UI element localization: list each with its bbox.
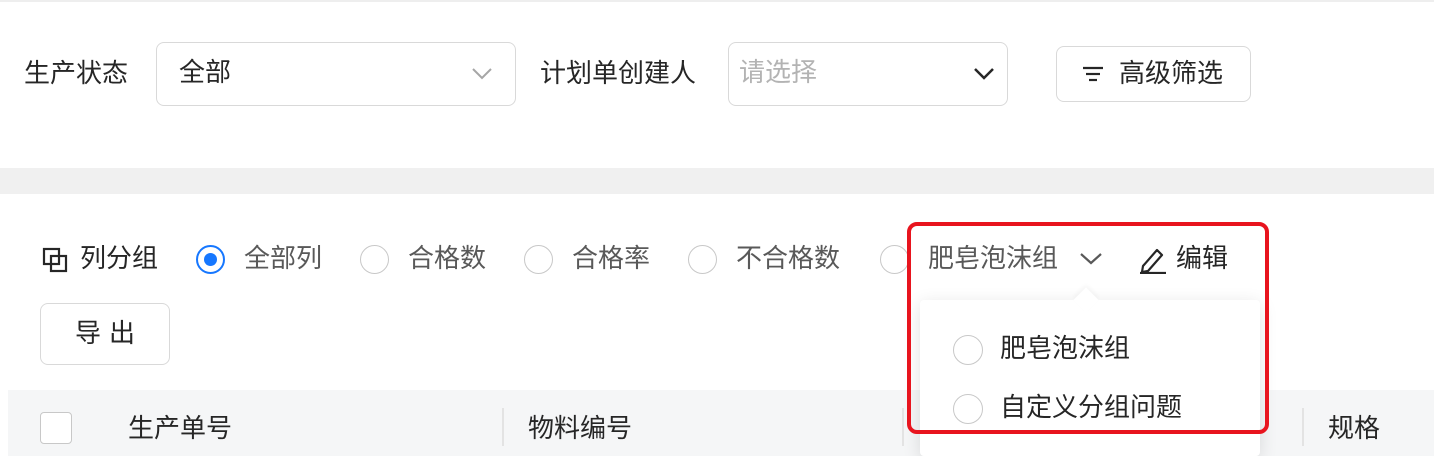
chevron-down-icon xyxy=(472,68,492,80)
chevron-down-icon[interactable] xyxy=(1079,252,1103,266)
radio-label-qualified-count[interactable]: 合格数 xyxy=(408,244,486,274)
column-divider[interactable] xyxy=(502,408,504,446)
column-header-material-no[interactable]: 物料编号 xyxy=(528,414,632,444)
export-button-label: 导出 xyxy=(74,319,143,349)
column-divider[interactable] xyxy=(1302,408,1304,446)
menu-radio-soap-foam-group[interactable] xyxy=(953,335,983,365)
column-group-icon xyxy=(42,247,68,273)
menu-radio-custom-group-question[interactable] xyxy=(953,394,983,424)
plan-creator-select[interactable]: 请选择 xyxy=(728,42,1008,106)
radio-label-unqualified-count[interactable]: 不合格数 xyxy=(736,244,840,274)
select-all-checkbox[interactable] xyxy=(40,412,72,444)
production-status-value: 全部 xyxy=(179,58,232,88)
column-header-production-no[interactable]: 生产单号 xyxy=(128,414,232,444)
advanced-filter-button[interactable]: 高级筛选 xyxy=(1056,46,1251,102)
radio-label-qualified-rate[interactable]: 合格率 xyxy=(572,244,650,274)
menu-item-custom-group-question[interactable]: 自定义分组问题 xyxy=(1000,393,1182,423)
radio-qualified-count[interactable] xyxy=(360,245,389,274)
production-status-select[interactable]: 全部 xyxy=(156,42,516,106)
radio-qualified-rate[interactable] xyxy=(524,245,553,274)
plan-creator-label: 计划单创建人 xyxy=(540,59,697,89)
section-separator xyxy=(0,168,1434,194)
menu-item-soap-foam-group[interactable]: 肥皂泡沫组 xyxy=(1000,334,1130,364)
group-dropdown-menu xyxy=(920,300,1260,456)
radio-unqualified-count[interactable] xyxy=(688,245,717,274)
plan-creator-placeholder: 请选择 xyxy=(739,58,818,88)
column-header-spec[interactable]: 规格 xyxy=(1328,414,1380,444)
production-status-label: 生产状态 xyxy=(24,59,129,89)
top-divider xyxy=(0,0,1434,2)
chevron-down-icon xyxy=(974,68,994,80)
radio-custom-group[interactable] xyxy=(880,245,909,274)
export-button[interactable]: 导出 xyxy=(40,303,170,365)
advanced-filter-label: 高级筛选 xyxy=(1119,59,1224,89)
column-group-label: 列分组 xyxy=(80,244,159,274)
column-divider[interactable] xyxy=(902,408,904,446)
edit-icon[interactable] xyxy=(1138,244,1168,274)
group-dropdown-label[interactable]: 肥皂泡沫组 xyxy=(928,244,1058,274)
filter-icon xyxy=(1083,66,1103,82)
radio-label-all-columns[interactable]: 全部列 xyxy=(244,244,322,274)
edit-button[interactable]: 编辑 xyxy=(1176,244,1228,274)
radio-all-columns[interactable] xyxy=(196,245,225,274)
